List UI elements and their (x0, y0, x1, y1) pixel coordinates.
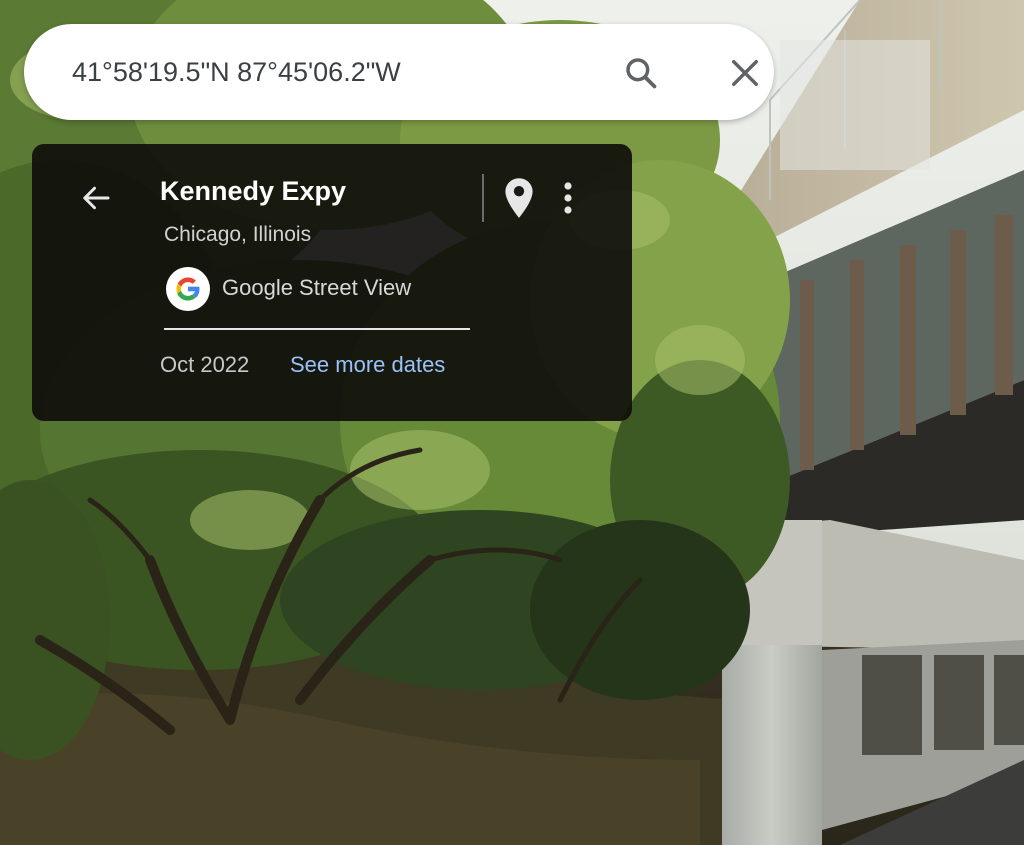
more-options-button[interactable] (554, 174, 582, 222)
place-title: Kennedy Expy (160, 176, 347, 206)
google-logo (166, 267, 210, 311)
search-input[interactable] (72, 24, 592, 120)
google-g-icon (176, 277, 201, 301)
search-bar (24, 24, 774, 120)
more-vert-icon (564, 182, 572, 214)
capture-date: Oct 2022 (160, 352, 250, 377)
show-on-map-button[interactable] (502, 174, 536, 222)
back-button[interactable] (76, 178, 116, 218)
close-icon (732, 60, 758, 86)
search-button[interactable] (620, 52, 662, 94)
close-button[interactable] (724, 52, 766, 94)
arrow-back-icon (83, 186, 110, 210)
source-label: Google Street View (222, 275, 412, 300)
horizontal-divider (164, 328, 470, 330)
search-icon (626, 58, 657, 89)
street-view-panorama[interactable] (0, 0, 1024, 845)
vertical-divider (482, 174, 484, 222)
see-more-dates-link[interactable]: See more dates (290, 352, 445, 378)
street-view-info-card: Kennedy Expy Chicago, Illinois Google St… (32, 144, 632, 421)
map-pin-icon (505, 178, 533, 218)
street-view-scene[interactable]: Kennedy Expy Chicago, Illinois (0, 0, 1024, 845)
place-subtitle: Chicago, Illinois (164, 223, 312, 246)
